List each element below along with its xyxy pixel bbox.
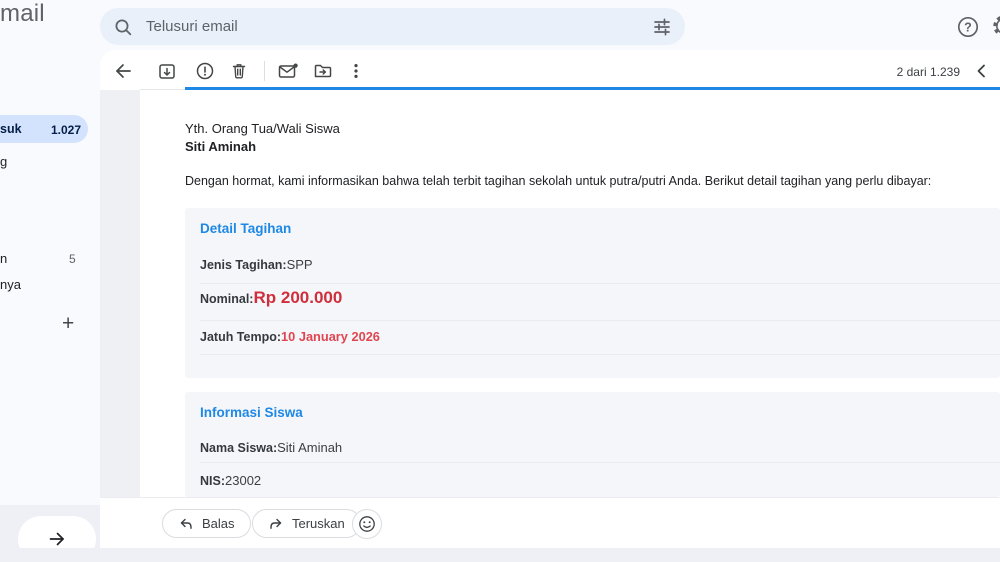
email-salutation: Yth. Orang Tua/Wali Siswa — [185, 121, 340, 136]
emoji-reaction-button[interactable] — [352, 509, 382, 539]
search-filters-icon[interactable] — [652, 17, 672, 37]
search-input[interactable]: Telusuri email — [100, 8, 685, 45]
sidebar-item-starred[interactable]: g — [0, 154, 7, 169]
sidebar-item-count: 1.027 — [50, 122, 81, 137]
email-recipient-name: Siti Aminah — [185, 139, 257, 154]
sidebar-item-more[interactable]: nya — [0, 277, 21, 292]
section-title: Detail Tagihan — [200, 221, 292, 236]
row-divider — [200, 283, 1000, 284]
section-title: Informasi Siswa — [200, 405, 303, 420]
bottom-background-strip — [0, 548, 1000, 562]
sidebar-item-inbox[interactable]: suk 1.027 — [0, 115, 88, 143]
row-label: Jenis Tagihan: — [200, 258, 287, 272]
row-label: Nominal: — [200, 292, 254, 306]
row-jenis-tagihan: Jenis Tagihan: SPP — [200, 257, 313, 272]
row-label: Jatuh Tempo: — [200, 330, 282, 344]
sidebar-item-label-n[interactable]: n — [0, 251, 7, 266]
more-options-icon[interactable] — [343, 58, 369, 84]
reply-action-bar: Balas Teruskan — [100, 497, 1000, 549]
sidebar-item-label: suk — [0, 122, 22, 136]
forward-arrow-icon — [268, 516, 284, 531]
gmail-screen: mail Telusuri email ? suk 1.027 g n 5 ny… — [0, 0, 1000, 562]
gmail-logo-text[interactable]: mail — [0, 0, 45, 28]
email-blue-top-border — [185, 87, 1000, 90]
row-value-due-date: 10 January 2026 — [281, 329, 380, 344]
section-informasi-siswa: Informasi Siswa Nama Siswa: Siti Aminah N… — [185, 392, 1000, 497]
row-nama-siswa: Nama Siswa: Siti Aminah — [200, 440, 342, 455]
report-spam-icon[interactable] — [192, 58, 218, 84]
chevron-left-icon[interactable] — [970, 59, 994, 83]
email-left-gutter — [100, 90, 140, 497]
row-value: SPP — [286, 257, 313, 272]
search-placeholder: Telusuri email — [146, 18, 238, 35]
back-arrow-icon[interactable] — [110, 58, 136, 84]
reply-arrow-icon — [178, 516, 194, 531]
mail-card: 2 dari 1.239 Yth. Orang Tua/Wali Siswa S… — [100, 50, 1000, 549]
search-icon — [113, 17, 133, 37]
row-value: 23002 — [225, 473, 262, 488]
row-label: Nama Siswa: — [200, 441, 278, 455]
row-divider — [200, 320, 1000, 321]
right-arrow-icon — [47, 529, 67, 549]
forward-button-label: Teruskan — [292, 516, 345, 531]
svg-text:?: ? — [964, 21, 972, 35]
add-label-button[interactable]: + — [62, 312, 74, 336]
delete-trash-icon[interactable] — [226, 58, 252, 84]
row-divider — [200, 462, 1000, 463]
pagination-text: 2 dari 1.239 — [896, 65, 960, 79]
row-divider — [200, 354, 1000, 355]
sidebar-item-count: 5 — [69, 252, 76, 266]
reply-button[interactable]: Balas — [162, 509, 251, 538]
reply-button-label: Balas — [202, 516, 235, 531]
forward-button[interactable]: Teruskan — [252, 509, 361, 538]
row-nis: NIS: 23002 — [200, 473, 261, 488]
email-intro-paragraph: Dengan hormat, kami informasikan bahwa t… — [185, 174, 932, 188]
mark-unread-icon[interactable] — [275, 58, 301, 84]
settings-gear-icon[interactable] — [991, 13, 1000, 39]
row-jatuh-tempo: Jatuh Tempo: 10 January 2026 — [200, 329, 380, 344]
row-value: Siti Aminah — [277, 440, 343, 455]
help-icon[interactable]: ? — [955, 14, 981, 40]
move-to-folder-icon[interactable] — [310, 58, 336, 84]
row-value-nominal: Rp 200.000 — [253, 288, 343, 307]
toolbar-separator — [264, 61, 265, 81]
section-detail-tagihan: Detail Tagihan Jenis Tagihan: SPP Nominal… — [185, 208, 1000, 378]
archive-icon[interactable] — [154, 58, 180, 84]
smiley-icon — [358, 515, 376, 533]
row-nominal: Nominal: Rp 200.000 — [200, 288, 342, 308]
row-label: NIS: — [200, 474, 225, 488]
